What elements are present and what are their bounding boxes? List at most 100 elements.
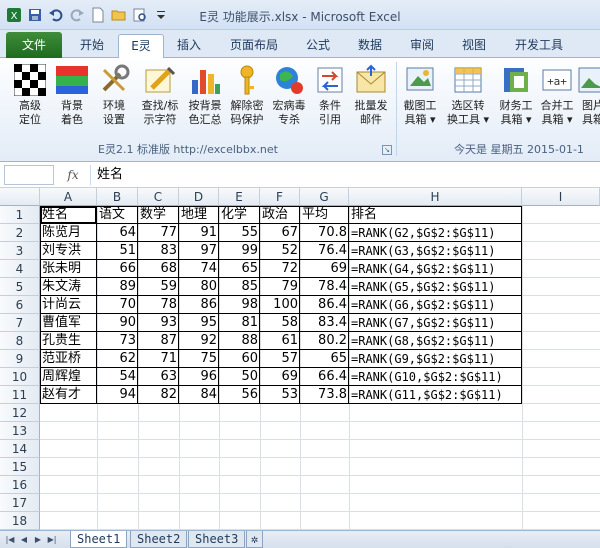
- score-cell[interactable]: 57: [260, 350, 300, 368]
- finance-toolbox-button[interactable]: 财务工 具箱 ▾: [494, 62, 538, 142]
- score-cell[interactable]: 59: [138, 278, 179, 296]
- row-header-18[interactable]: 18: [0, 512, 40, 530]
- name-cell[interactable]: 张未明: [40, 260, 97, 278]
- environment-settings-button[interactable]: 环境 设置: [94, 62, 134, 142]
- score-cell[interactable]: 61: [260, 332, 300, 350]
- score-cell[interactable]: 62: [97, 350, 138, 368]
- row-header-6[interactable]: 6: [0, 296, 40, 314]
- column-header-H[interactable]: H: [349, 188, 522, 206]
- header-cell[interactable]: 语文: [97, 206, 138, 224]
- score-cell[interactable]: 80: [179, 278, 219, 296]
- screenshot-toolbox-button[interactable]: 截图工 具箱 ▾: [398, 62, 442, 142]
- score-cell[interactable]: 53: [260, 386, 300, 404]
- column-header-B[interactable]: B: [97, 188, 138, 206]
- score-cell[interactable]: 94: [97, 386, 138, 404]
- score-cell[interactable]: 65: [219, 260, 260, 278]
- rank-formula-cell[interactable]: =RANK(G7,$G$2:$G$11): [349, 314, 522, 332]
- score-cell[interactable]: 63: [138, 368, 179, 386]
- header-cell[interactable]: 数学: [138, 206, 179, 224]
- score-cell[interactable]: 88: [219, 332, 260, 350]
- row-header-4[interactable]: 4: [0, 260, 40, 278]
- row-header-11[interactable]: 11: [0, 386, 40, 404]
- formula-input[interactable]: 姓名: [90, 165, 600, 185]
- name-box[interactable]: [4, 165, 54, 185]
- score-cell[interactable]: 66: [97, 260, 138, 278]
- row-header-9[interactable]: 9: [0, 350, 40, 368]
- name-cell[interactable]: 计尚云: [40, 296, 97, 314]
- score-cell[interactable]: 84: [179, 386, 219, 404]
- dialog-launcher-icon[interactable]: ↘: [382, 145, 392, 155]
- name-cell[interactable]: 朱文涛: [40, 278, 97, 296]
- select-all-corner[interactable]: [0, 188, 40, 206]
- score-cell[interactable]: 74: [179, 260, 219, 278]
- row-header-10[interactable]: 10: [0, 368, 40, 386]
- column-header-A[interactable]: A: [40, 188, 97, 206]
- row-header-16[interactable]: 16: [0, 476, 40, 494]
- column-header-E[interactable]: E: [219, 188, 260, 206]
- name-cell[interactable]: 赵有才: [40, 386, 97, 404]
- score-cell[interactable]: 77: [138, 224, 179, 242]
- row-header-17[interactable]: 17: [0, 494, 40, 512]
- column-header-F[interactable]: F: [260, 188, 300, 206]
- tab-review[interactable]: 审阅: [400, 34, 444, 58]
- first-sheet-icon[interactable]: |◀: [4, 534, 16, 546]
- name-cell[interactable]: 范亚桥: [40, 350, 97, 368]
- score-cell[interactable]: 78: [138, 296, 179, 314]
- average-cell[interactable]: 80.2: [300, 332, 349, 350]
- score-cell[interactable]: 81: [219, 314, 260, 332]
- row-header-5[interactable]: 5: [0, 278, 40, 296]
- average-cell[interactable]: 70.8: [300, 224, 349, 242]
- insert-sheet-icon[interactable]: ✲: [246, 531, 264, 548]
- score-cell[interactable]: 71: [138, 350, 179, 368]
- merge-toolbox-button[interactable]: +a+ 合并工 具箱 ▾: [538, 62, 576, 142]
- tab-page-layout[interactable]: 页面布局: [222, 34, 286, 58]
- score-cell[interactable]: 83: [138, 242, 179, 260]
- tab-data[interactable]: 数据: [348, 34, 392, 58]
- score-cell[interactable]: 86: [179, 296, 219, 314]
- score-cell[interactable]: 90: [97, 314, 138, 332]
- score-cell[interactable]: 97: [179, 242, 219, 260]
- insert-function-button[interactable]: fx: [62, 164, 84, 186]
- score-cell[interactable]: 89: [97, 278, 138, 296]
- row-header-12[interactable]: 12: [0, 404, 40, 422]
- name-cell[interactable]: 孔贵生: [40, 332, 97, 350]
- background-color-button[interactable]: 背景 着色: [52, 62, 92, 142]
- rank-formula-cell[interactable]: =RANK(G6,$G$2:$G$11): [349, 296, 522, 314]
- score-cell[interactable]: 58: [260, 314, 300, 332]
- score-cell[interactable]: 68: [138, 260, 179, 278]
- name-cell[interactable]: 曹值军: [40, 314, 97, 332]
- column-header-G[interactable]: G: [300, 188, 349, 206]
- advanced-locate-button[interactable]: 高级 定位: [10, 62, 50, 142]
- rank-formula-cell[interactable]: =RANK(G2,$G$2:$G$11): [349, 224, 522, 242]
- score-cell[interactable]: 72: [260, 260, 300, 278]
- score-cell[interactable]: 70: [97, 296, 138, 314]
- score-cell[interactable]: 50: [219, 368, 260, 386]
- average-cell[interactable]: 73.8: [300, 386, 349, 404]
- header-cell[interactable]: 排名: [349, 206, 522, 224]
- score-cell[interactable]: 52: [260, 242, 300, 260]
- row-header-1[interactable]: 1: [0, 206, 40, 224]
- score-cell[interactable]: 99: [219, 242, 260, 260]
- average-cell[interactable]: 76.4: [300, 242, 349, 260]
- tab-view[interactable]: 视图: [452, 34, 496, 58]
- score-cell[interactable]: 79: [260, 278, 300, 296]
- average-cell[interactable]: 65: [300, 350, 349, 368]
- score-cell[interactable]: 67: [260, 224, 300, 242]
- score-cell[interactable]: 96: [179, 368, 219, 386]
- remove-password-button[interactable]: 解除密 码保护: [226, 62, 268, 142]
- rank-formula-cell[interactable]: =RANK(G3,$G$2:$G$11): [349, 242, 522, 260]
- score-cell[interactable]: 60: [219, 350, 260, 368]
- sum-by-bg-color-button[interactable]: 按背景 色汇总: [184, 62, 226, 142]
- score-cell[interactable]: 69: [260, 368, 300, 386]
- name-cell[interactable]: 刘专洪: [40, 242, 97, 260]
- column-header-D[interactable]: D: [179, 188, 219, 206]
- tab-file[interactable]: 文件: [6, 32, 62, 58]
- macro-virus-kill-button[interactable]: 宏病毒 专杀: [268, 62, 310, 142]
- tab-eling[interactable]: E灵: [118, 34, 164, 59]
- column-header-C[interactable]: C: [138, 188, 179, 206]
- score-cell[interactable]: 98: [219, 296, 260, 314]
- average-cell[interactable]: 83.4: [300, 314, 349, 332]
- score-cell[interactable]: 93: [138, 314, 179, 332]
- selection-convert-tool-button[interactable]: 选区转 换工具 ▾: [444, 62, 492, 142]
- header-cell[interactable]: 平均: [300, 206, 349, 224]
